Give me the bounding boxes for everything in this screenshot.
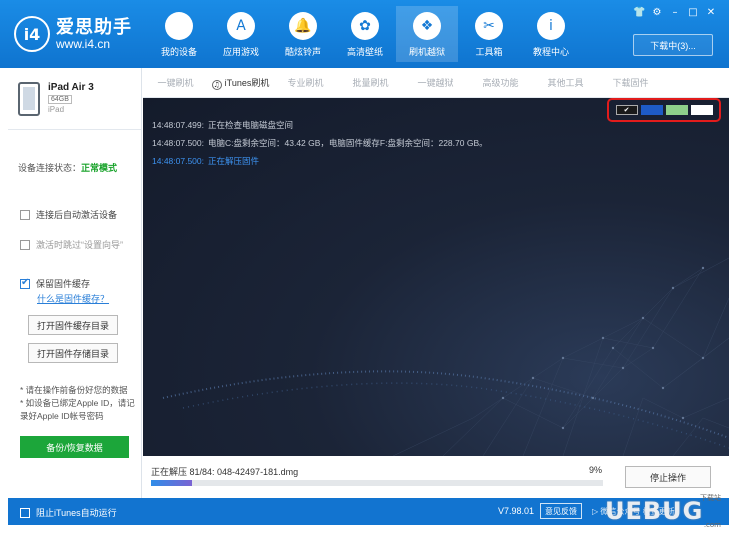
- minimize-icon[interactable]: –: [669, 7, 681, 18]
- keep-firmware-checkbox[interactable]: 保留固件缓存: [20, 277, 118, 290]
- skip-guide-checkbox[interactable]: 激活时跳过“设置向导”: [20, 238, 123, 251]
- info-icon: i: [537, 12, 565, 40]
- device-type: iPad: [48, 105, 65, 114]
- app-store-icon: A: [227, 12, 255, 40]
- nav-tutorials[interactable]: i 教程中心: [520, 6, 582, 62]
- white-theme-swatch[interactable]: [690, 105, 713, 115]
- log-line: 14:48:07.500: 电脑C:盘剩余空间：43.42 GB，电脑固件缓存F:…: [152, 138, 488, 148]
- app-logo[interactable]: i4 爱思助手 www.i4.cn: [14, 14, 162, 54]
- checkbox-unchecked[interactable]: [20, 209, 30, 220]
- theme-switcher: ✔: [607, 98, 721, 122]
- connection-status: 设备连接状态：正常模式: [18, 163, 118, 173]
- close-icon[interactable]: ✕: [705, 7, 717, 18]
- feedback-button[interactable]: 意见反馈: [540, 503, 582, 519]
- app-url: www.i4.cn: [56, 37, 111, 51]
- app-name: 爱思助手: [56, 17, 132, 37]
- tab-download-firmware[interactable]: 下载固件: [598, 76, 663, 89]
- backup-restore-button[interactable]: 备份/恢复数据: [20, 436, 129, 458]
- left-sidebar: iPad Air 3 64GB iPad 设备连接状态：正常模式 连接后自动激活…: [8, 68, 142, 498]
- flower-icon: ✿: [351, 12, 379, 40]
- auto-activate-checkbox[interactable]: 连接后自动激活设备: [20, 208, 123, 221]
- tab-pro-flash[interactable]: 专业刷机: [273, 76, 338, 89]
- open-storage-dir-button[interactable]: 打开固件存储目录: [28, 343, 118, 363]
- tab-one-click-flash[interactable]: 一键刷机: [143, 76, 208, 89]
- stop-operation-button[interactable]: 停止操作: [625, 466, 711, 488]
- dropbox-icon: ❖: [413, 12, 441, 40]
- tab-jailbreak[interactable]: 一键越狱: [403, 76, 468, 89]
- nav-my-device[interactable]: 我的设备: [148, 6, 210, 62]
- green-theme-swatch[interactable]: [665, 105, 688, 115]
- log-line: 14:48:07.499: 正在检查电脑磁盘空间: [152, 120, 294, 130]
- device-card: iPad Air 3 64GB iPad: [8, 68, 141, 130]
- tab-other-tools[interactable]: 其他工具: [533, 76, 598, 89]
- checkbox-checked[interactable]: [20, 277, 30, 289]
- downloads-button[interactable]: 下载中(3)...: [633, 34, 713, 56]
- flash-tabs: 一键刷机 ♫ iTunes刷机 专业刷机 批量刷机 一键越狱 高级功能 其他工具 …: [143, 68, 729, 98]
- log-lines: 14:48:07.499: 正在检查电脑磁盘空间 14:48:07.500: 电脑C…: [152, 116, 488, 170]
- checkbox-disabled[interactable]: [20, 239, 30, 250]
- progress-fill: [151, 480, 192, 486]
- log-panel: 14:48:07.499: 正在检查电脑磁盘空间 14:48:07.500: 电脑C…: [143, 98, 729, 456]
- tools-icon: ✂: [475, 12, 503, 40]
- progress-bar: [151, 480, 603, 486]
- nav-toolbox[interactable]: ✂ 工具箱: [458, 6, 520, 62]
- device-capacity-badge: 64GB: [48, 95, 72, 104]
- skin-icon[interactable]: 👕: [633, 7, 645, 18]
- settings-icon[interactable]: ⚙: [651, 7, 663, 18]
- nav-ringtones[interactable]: 🔔 酷炫铃声: [272, 6, 334, 62]
- top-header: i4 爱思助手 www.i4.cn 我的设备 A 应用游戏 🔔 酷炫铃声 ✿ 高…: [0, 0, 729, 68]
- open-cache-dir-button[interactable]: 打开固件缓存目录: [28, 315, 118, 335]
- window-controls: 👕 ⚙ – □ ✕: [633, 7, 717, 18]
- what-is-cache-link[interactable]: 什么是固件缓存？: [37, 292, 118, 305]
- backup-notes: * 请在操作前备份好您的数据 * 如设备已绑定Apple ID，请记录好Appl…: [20, 385, 135, 421]
- checkbox-unchecked[interactable]: [20, 507, 30, 518]
- nav-apps-games[interactable]: A 应用游戏: [210, 6, 272, 62]
- block-itunes-checkbox[interactable]: 阻止iTunes自动运行: [20, 506, 117, 519]
- main-nav: 我的设备 A 应用游戏 🔔 酷炫铃声 ✿ 高清壁纸 ❖ 刷机越狱 ✂ 工具箱 i…: [148, 6, 582, 62]
- log-line-current: 14:48:07.500: 正在解压固件: [152, 156, 260, 166]
- ipad-icon: [18, 82, 40, 116]
- progress-area: 正在解压 81/84: 048-42497-181.dmg 9% 停止操作: [143, 456, 729, 498]
- uebug-watermark: 下载站 UEBUG .com: [605, 494, 721, 529]
- progress-text: 正在解压 81/84: 048-42497-181.dmg: [151, 467, 299, 477]
- tab-itunes-flash[interactable]: ♫ iTunes刷机: [208, 76, 273, 90]
- nav-flash-jailbreak[interactable]: ❖ 刷机越狱: [396, 6, 458, 62]
- device-name: iPad Air 3: [48, 82, 94, 93]
- nav-wallpapers[interactable]: ✿ 高清壁纸: [334, 6, 396, 62]
- itunes-icon: ♫: [211, 79, 222, 90]
- dark-theme-swatch[interactable]: ✔: [615, 105, 638, 115]
- tab-advanced[interactable]: 高级功能: [468, 76, 533, 89]
- blue-theme-swatch[interactable]: [640, 105, 663, 115]
- maximize-icon[interactable]: □: [687, 7, 699, 18]
- tab-batch-flash[interactable]: 批量刷机: [338, 76, 403, 89]
- connection-mode: 正常模式: [81, 163, 118, 173]
- version-label: V7.98.01: [498, 506, 535, 516]
- i4-logo-icon: i4: [14, 16, 50, 52]
- apple-icon: [165, 12, 193, 40]
- progress-percent: 9%: [589, 465, 603, 475]
- bell-icon: 🔔: [289, 12, 317, 40]
